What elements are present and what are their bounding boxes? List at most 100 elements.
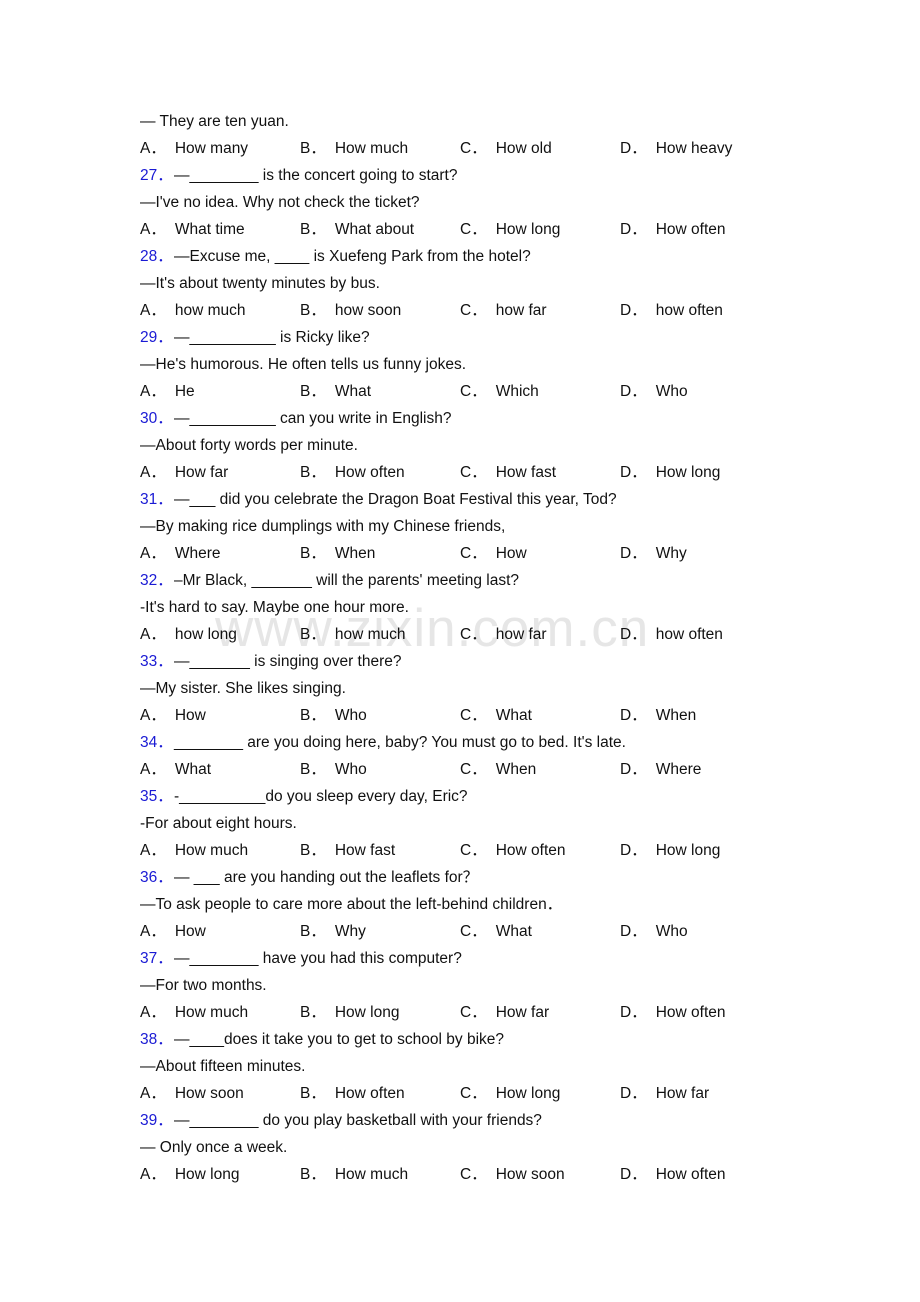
- options-row: A． What time B． What about C． How long D． How o…: [140, 216, 880, 243]
- option-d[interactable]: D． Who: [620, 918, 688, 945]
- option-b-label: B．: [300, 761, 326, 778]
- option-c[interactable]: C． how far: [460, 621, 547, 648]
- question-block: 27．—________ is the concert going to sta…: [140, 162, 880, 243]
- option-a-label: A．: [140, 761, 166, 778]
- option-b[interactable]: B． How fast: [300, 837, 395, 864]
- option-c[interactable]: C． How long: [460, 216, 560, 243]
- option-c[interactable]: C． How old: [460, 135, 552, 162]
- option-c-label: C．: [460, 383, 487, 400]
- option-d[interactable]: D． How often: [620, 1161, 726, 1188]
- option-b[interactable]: B． How much: [300, 135, 408, 162]
- option-c-label: C．: [460, 842, 487, 859]
- option-b[interactable]: B． Who: [300, 756, 367, 783]
- option-c[interactable]: C． How long: [460, 1080, 560, 1107]
- option-d[interactable]: D． Who: [620, 378, 688, 405]
- option-a-text: How soon: [174, 1085, 244, 1102]
- question-reply-line: —About fifteen minutes.: [140, 1058, 306, 1075]
- option-a[interactable]: A． How: [140, 702, 206, 729]
- option-c-text: How old: [495, 140, 552, 157]
- option-d[interactable]: D． When: [620, 702, 696, 729]
- option-a[interactable]: A． how long: [140, 621, 237, 648]
- option-d[interactable]: D． how often: [620, 621, 723, 648]
- option-d[interactable]: D． How long: [620, 459, 720, 486]
- worksheet-page: www.zixin.com.cn — They are ten yuan. A．…: [0, 0, 920, 1302]
- option-a[interactable]: A． Where: [140, 540, 221, 567]
- option-c[interactable]: C． how far: [460, 297, 547, 324]
- option-b[interactable]: B． how soon: [300, 297, 401, 324]
- option-a-label: A．: [140, 626, 166, 643]
- option-c[interactable]: C． How soon: [460, 1161, 565, 1188]
- option-a[interactable]: A． What: [140, 756, 211, 783]
- question-text: –Mr Black, _______ will the parents' mee…: [174, 572, 520, 589]
- option-b[interactable]: B． how much: [300, 621, 406, 648]
- option-c-label: C．: [460, 1085, 487, 1102]
- option-a-text: How: [174, 707, 206, 724]
- option-b-label: B．: [300, 545, 326, 562]
- question-text: —____does it take you to get to school b…: [174, 1031, 505, 1048]
- numbered-questions: 27．—________ is the concert going to sta…: [140, 162, 880, 1188]
- option-a[interactable]: A． How far: [140, 459, 228, 486]
- option-c[interactable]: C． What: [460, 702, 532, 729]
- option-c-label: C．: [460, 140, 487, 157]
- option-d[interactable]: D． How heavy: [620, 135, 732, 162]
- option-b[interactable]: B． What about: [300, 216, 414, 243]
- option-b-label: B．: [300, 221, 326, 238]
- question-block: 31．—___ did you celebrate the Dragon Boa…: [140, 486, 880, 567]
- option-c-text: How soon: [495, 1166, 565, 1183]
- question-text: —________ have you had this computer?: [174, 950, 462, 967]
- question-text: -__________do you sleep every day, Eric?: [174, 788, 468, 805]
- question-number: 32．: [140, 572, 173, 589]
- question-block: 29．—__________ is Ricky like? —He's humor…: [140, 324, 880, 405]
- option-d[interactable]: D． how often: [620, 297, 723, 324]
- question-block: 37．—________ have you had this computer?…: [140, 945, 880, 1026]
- option-d[interactable]: D． Why: [620, 540, 687, 567]
- option-a[interactable]: A． What time: [140, 216, 245, 243]
- option-b[interactable]: B． When: [300, 540, 375, 567]
- option-d-label: D．: [620, 626, 647, 643]
- options-row: A． How much B． How long C． How far D． How often: [140, 999, 880, 1026]
- option-a[interactable]: A． How: [140, 918, 206, 945]
- option-c-text: How: [495, 545, 527, 562]
- option-b[interactable]: B． Who: [300, 702, 367, 729]
- question-block: 33．—_______ is singing over there? —My si…: [140, 648, 880, 729]
- option-b[interactable]: B． How often: [300, 459, 405, 486]
- option-a[interactable]: A． How much: [140, 837, 248, 864]
- option-a[interactable]: A． How long: [140, 1161, 239, 1188]
- option-d[interactable]: D． How far: [620, 1080, 709, 1107]
- option-c[interactable]: C． How: [460, 540, 527, 567]
- option-c[interactable]: C． How far: [460, 999, 549, 1026]
- option-a[interactable]: A． How soon: [140, 1080, 244, 1107]
- option-c-text: How fast: [495, 464, 557, 481]
- option-b-text: how much: [334, 626, 406, 643]
- option-c[interactable]: C． Which: [460, 378, 539, 405]
- option-b[interactable]: B． Why: [300, 918, 366, 945]
- option-a-label: A．: [140, 842, 166, 859]
- question-stem-line: 30．—__________ can you write in English?: [140, 405, 880, 432]
- option-a[interactable]: A． He: [140, 378, 195, 405]
- option-b[interactable]: B． How often: [300, 1080, 405, 1107]
- option-a-text: He: [174, 383, 195, 400]
- options-row: A． He B． What C． Which D． Who: [140, 378, 880, 405]
- option-d[interactable]: D． Where: [620, 756, 701, 783]
- option-c[interactable]: C． How fast: [460, 459, 556, 486]
- option-b[interactable]: B． How much: [300, 1161, 408, 1188]
- option-c-label: C．: [460, 302, 487, 319]
- option-c[interactable]: C． How often: [460, 837, 566, 864]
- option-b-label: B．: [300, 1085, 326, 1102]
- option-d[interactable]: D． How long: [620, 837, 720, 864]
- question-stem-line: 36．— ___ are you handing out the leaflet…: [140, 864, 880, 891]
- option-a[interactable]: A． How many: [140, 135, 248, 162]
- question-text: ________ are you doing here, baby? You m…: [174, 734, 626, 751]
- option-a[interactable]: A． how much: [140, 297, 246, 324]
- option-d[interactable]: D． How often: [620, 999, 726, 1026]
- option-c-text: How often: [495, 842, 566, 859]
- option-c[interactable]: C． What: [460, 918, 532, 945]
- question-reply-line: -For about eight hours.: [140, 815, 297, 832]
- option-a[interactable]: A． How much: [140, 999, 248, 1026]
- option-d-label: D．: [620, 545, 647, 562]
- option-d[interactable]: D． How often: [620, 216, 726, 243]
- question-reply-line: —It's about twenty minutes by bus.: [140, 275, 380, 292]
- option-b[interactable]: B． How long: [300, 999, 399, 1026]
- option-c[interactable]: C． When: [460, 756, 536, 783]
- option-b[interactable]: B． What: [300, 378, 371, 405]
